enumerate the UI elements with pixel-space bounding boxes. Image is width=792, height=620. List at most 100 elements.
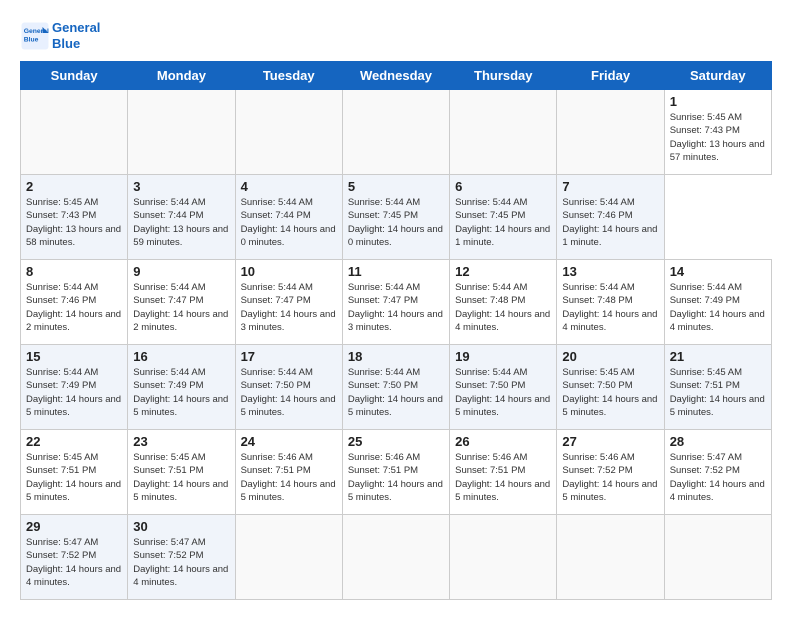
day-info: Sunrise: 5:47 AMSunset: 7:52 PMDaylight:… xyxy=(670,451,766,504)
day-number: 15 xyxy=(26,349,122,364)
day-header-monday: Monday xyxy=(128,62,235,90)
calendar-cell: 26 Sunrise: 5:46 AMSunset: 7:51 PMDayligh… xyxy=(450,430,557,515)
calendar-cell: 9 Sunrise: 5:44 AMSunset: 7:47 PMDaylight… xyxy=(128,260,235,345)
calendar-cell: 25 Sunrise: 5:46 AMSunset: 7:51 PMDayligh… xyxy=(342,430,449,515)
calendar-week-1: 1 Sunrise: 5:45 AMSunset: 7:43 PMDaylight… xyxy=(21,90,772,175)
calendar-cell: 15 Sunrise: 5:44 AMSunset: 7:49 PMDayligh… xyxy=(21,345,128,430)
calendar-week-2: 2 Sunrise: 5:45 AMSunset: 7:43 PMDaylight… xyxy=(21,175,772,260)
day-number: 4 xyxy=(241,179,337,194)
calendar-cell: 24 Sunrise: 5:46 AMSunset: 7:51 PMDayligh… xyxy=(235,430,342,515)
calendar-cell xyxy=(557,90,664,175)
day-header-tuesday: Tuesday xyxy=(235,62,342,90)
calendar-cell: 8 Sunrise: 5:44 AMSunset: 7:46 PMDaylight… xyxy=(21,260,128,345)
logo-icon: General Blue xyxy=(20,21,50,51)
header: General Blue General Blue xyxy=(20,20,772,51)
calendar-cell xyxy=(450,90,557,175)
day-number: 2 xyxy=(26,179,122,194)
day-number: 24 xyxy=(241,434,337,449)
day-number: 9 xyxy=(133,264,229,279)
calendar-cell xyxy=(664,515,771,600)
calendar-cell: 10Sunrise: 5:44 AMSunset: 7:47 PMDayligh… xyxy=(235,260,342,345)
day-info: Sunrise: 5:45 AMSunset: 7:43 PMDaylight:… xyxy=(670,111,766,164)
svg-text:Blue: Blue xyxy=(24,36,39,43)
day-number: 19 xyxy=(455,349,551,364)
day-info: Sunrise: 5:47 AMSunset: 7:52 PMDaylight:… xyxy=(26,536,122,589)
day-number: 21 xyxy=(670,349,766,364)
calendar-cell xyxy=(450,515,557,600)
calendar-cell: 23 Sunrise: 5:45 AMSunset: 7:51 PMDayligh… xyxy=(128,430,235,515)
logo: General Blue General Blue xyxy=(20,20,100,51)
day-info: Sunrise: 5:44 AMSunset: 7:47 PMDaylight:… xyxy=(133,281,229,334)
calendar-cell: 4 Sunrise: 5:44 AMSunset: 7:44 PMDaylight… xyxy=(235,175,342,260)
day-info: Sunrise: 5:44 AMSunset: 7:47 PMDaylight:… xyxy=(241,281,337,334)
calendar-cell: 17 Sunrise: 5:44 AMSunset: 7:50 PMDayligh… xyxy=(235,345,342,430)
day-info: Sunrise: 5:46 AMSunset: 7:51 PMDaylight:… xyxy=(241,451,337,504)
day-info: Sunrise: 5:45 AMSunset: 7:51 PMDaylight:… xyxy=(26,451,122,504)
calendar-cell: 7 Sunrise: 5:44 AMSunset: 7:46 PMDaylight… xyxy=(557,175,664,260)
day-number: 11 xyxy=(348,264,444,279)
day-number: 25 xyxy=(348,434,444,449)
day-number: 27 xyxy=(562,434,658,449)
day-info: Sunrise: 5:44 AMSunset: 7:44 PMDaylight:… xyxy=(241,196,337,249)
calendar-cell: 11Sunrise: 5:44 AMSunset: 7:47 PMDayligh… xyxy=(342,260,449,345)
day-number: 5 xyxy=(348,179,444,194)
day-number: 13 xyxy=(562,264,658,279)
day-header-thursday: Thursday xyxy=(450,62,557,90)
day-info: Sunrise: 5:45 AMSunset: 7:43 PMDaylight:… xyxy=(26,196,122,249)
calendar-cell: 20Sunrise: 5:45 AMSunset: 7:50 PMDayligh… xyxy=(557,345,664,430)
day-number: 8 xyxy=(26,264,122,279)
day-number: 18 xyxy=(348,349,444,364)
day-info: Sunrise: 5:45 AMSunset: 7:51 PMDaylight:… xyxy=(133,451,229,504)
day-number: 26 xyxy=(455,434,551,449)
day-info: Sunrise: 5:44 AMSunset: 7:49 PMDaylight:… xyxy=(670,281,766,334)
day-info: Sunrise: 5:45 AMSunset: 7:51 PMDaylight:… xyxy=(670,366,766,419)
day-number: 1 xyxy=(670,94,766,109)
day-number: 23 xyxy=(133,434,229,449)
header-row: SundayMondayTuesdayWednesdayThursdayFrid… xyxy=(21,62,772,90)
calendar-cell: 2 Sunrise: 5:45 AMSunset: 7:43 PMDaylight… xyxy=(21,175,128,260)
day-info: Sunrise: 5:44 AMSunset: 7:49 PMDaylight:… xyxy=(26,366,122,419)
day-info: Sunrise: 5:46 AMSunset: 7:51 PMDaylight:… xyxy=(455,451,551,504)
calendar-cell xyxy=(342,515,449,600)
day-number: 7 xyxy=(562,179,658,194)
day-info: Sunrise: 5:44 AMSunset: 7:46 PMDaylight:… xyxy=(562,196,658,249)
calendar-cell: 13 Sunrise: 5:44 AMSunset: 7:48 PMDayligh… xyxy=(557,260,664,345)
day-info: Sunrise: 5:44 AMSunset: 7:48 PMDaylight:… xyxy=(562,281,658,334)
calendar-cell xyxy=(128,90,235,175)
day-info: Sunrise: 5:44 AMSunset: 7:45 PMDaylight:… xyxy=(348,196,444,249)
calendar-cell: 14Sunrise: 5:44 AMSunset: 7:49 PMDayligh… xyxy=(664,260,771,345)
calendar-cell: 30 Sunrise: 5:47 AMSunset: 7:52 PMDayligh… xyxy=(128,515,235,600)
calendar-table: SundayMondayTuesdayWednesdayThursdayFrid… xyxy=(20,61,772,600)
day-number: 17 xyxy=(241,349,337,364)
calendar-cell xyxy=(235,90,342,175)
day-info: Sunrise: 5:45 AMSunset: 7:50 PMDaylight:… xyxy=(562,366,658,419)
calendar-week-4: 15 Sunrise: 5:44 AMSunset: 7:49 PMDayligh… xyxy=(21,345,772,430)
day-info: Sunrise: 5:44 AMSunset: 7:50 PMDaylight:… xyxy=(348,366,444,419)
day-info: Sunrise: 5:44 AMSunset: 7:50 PMDaylight:… xyxy=(241,366,337,419)
calendar-cell xyxy=(235,515,342,600)
calendar-cell xyxy=(342,90,449,175)
calendar-cell: 18 Sunrise: 5:44 AMSunset: 7:50 PMDayligh… xyxy=(342,345,449,430)
calendar-week-3: 8 Sunrise: 5:44 AMSunset: 7:46 PMDaylight… xyxy=(21,260,772,345)
day-number: 6 xyxy=(455,179,551,194)
day-number: 30 xyxy=(133,519,229,534)
calendar-cell: 19 Sunrise: 5:44 AMSunset: 7:50 PMDayligh… xyxy=(450,345,557,430)
calendar-cell: 12 Sunrise: 5:44 AMSunset: 7:48 PMDayligh… xyxy=(450,260,557,345)
day-number: 12 xyxy=(455,264,551,279)
calendar-cell: 16Sunrise: 5:44 AMSunset: 7:49 PMDayligh… xyxy=(128,345,235,430)
day-info: Sunrise: 5:44 AMSunset: 7:46 PMDaylight:… xyxy=(26,281,122,334)
day-info: Sunrise: 5:44 AMSunset: 7:48 PMDaylight:… xyxy=(455,281,551,334)
calendar-cell: 1 Sunrise: 5:45 AMSunset: 7:43 PMDaylight… xyxy=(664,90,771,175)
day-header-saturday: Saturday xyxy=(664,62,771,90)
day-number: 29 xyxy=(26,519,122,534)
day-info: Sunrise: 5:46 AMSunset: 7:51 PMDaylight:… xyxy=(348,451,444,504)
calendar-cell xyxy=(21,90,128,175)
day-info: Sunrise: 5:46 AMSunset: 7:52 PMDaylight:… xyxy=(562,451,658,504)
day-info: Sunrise: 5:44 AMSunset: 7:44 PMDaylight:… xyxy=(133,196,229,249)
day-info: Sunrise: 5:44 AMSunset: 7:50 PMDaylight:… xyxy=(455,366,551,419)
calendar-cell: 29 Sunrise: 5:47 AMSunset: 7:52 PMDayligh… xyxy=(21,515,128,600)
day-number: 28 xyxy=(670,434,766,449)
day-header-friday: Friday xyxy=(557,62,664,90)
day-header-wednesday: Wednesday xyxy=(342,62,449,90)
day-info: Sunrise: 5:47 AMSunset: 7:52 PMDaylight:… xyxy=(133,536,229,589)
